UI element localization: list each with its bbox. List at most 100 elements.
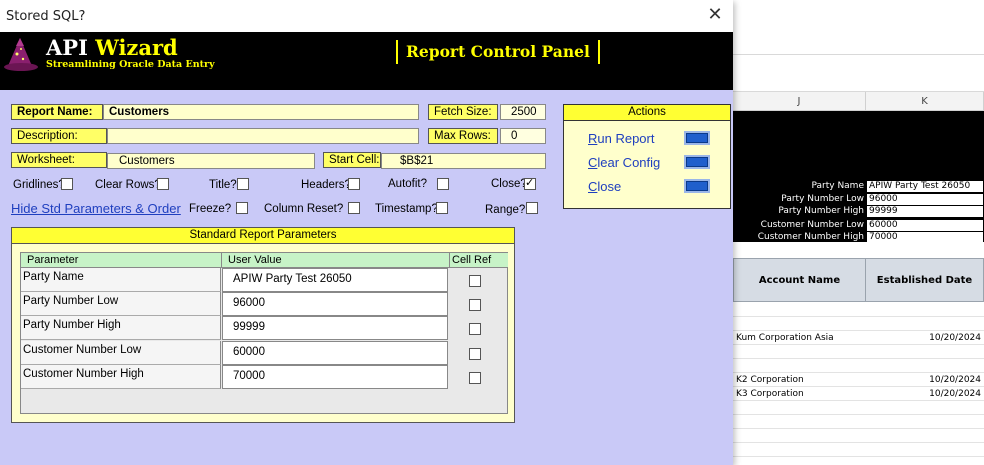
grid-header-user-value: User Value: [222, 253, 450, 268]
freeze-label: Freeze?: [189, 203, 232, 215]
cell-ref-checkbox[interactable]: [469, 323, 481, 335]
grid-header-parameter: Parameter: [21, 253, 222, 268]
sheet-row: [733, 401, 984, 415]
param-name-cell: Party Name: [21, 268, 221, 292]
timestamp-label: Timestamp?: [375, 203, 438, 215]
app-brand: API Wizard: [46, 35, 178, 60]
worksheet-field[interactable]: Customers: [107, 153, 315, 169]
sheet-cell-date[interactable]: 10/20/2024: [870, 388, 981, 401]
autofit-checkbox[interactable]: [437, 178, 449, 190]
close-link[interactable]: Close: [588, 179, 621, 194]
grid-header-cell-ref: Cell Ref: [450, 253, 508, 268]
cell-ref-cell: [449, 341, 507, 365]
sheet-param-value[interactable]: 60000: [867, 220, 983, 231]
cell-ref-cell: [449, 268, 507, 292]
title-checkbox[interactable]: [237, 178, 249, 190]
sheet-cell-account-name[interactable]: Kum Corporation Asia: [736, 332, 834, 345]
run-report-link[interactable]: Run Report: [588, 131, 654, 146]
sheet-param-value[interactable]: 70000: [867, 232, 983, 243]
cell-ref-checkbox[interactable]: [469, 372, 481, 384]
start-cell-label: Start Cell:: [323, 152, 381, 168]
param-name-cell: Customer Number High: [21, 365, 221, 389]
param-value-input[interactable]: 60000: [222, 341, 448, 365]
title-label: Title?: [209, 179, 237, 191]
range-checkbox[interactable]: [526, 202, 538, 214]
report-name-field[interactable]: Customers: [103, 104, 419, 120]
column-header-k[interactable]: K: [866, 92, 984, 111]
sheet-ribbon-area: [733, 0, 984, 55]
dialog-body: Report Name: Customers Fetch Size: 2500 …: [0, 90, 733, 465]
column-header-j[interactable]: J: [733, 92, 866, 111]
clear-rows-label: Clear Rows?: [95, 179, 161, 191]
sheet-param-value[interactable]: 99999: [867, 206, 983, 217]
cell-ref-checkbox[interactable]: [469, 299, 481, 311]
clear-config-link[interactable]: Clear Config: [588, 155, 660, 170]
start-cell-field[interactable]: $B$21: [381, 153, 546, 169]
sheet-row: [733, 303, 984, 317]
report-name-label: Report Name:: [11, 104, 103, 120]
cell-ref-cell: [449, 292, 507, 316]
description-field[interactable]: [107, 128, 419, 144]
panel-title: Report Control Panel: [396, 40, 600, 64]
cell-ref-checkbox[interactable]: [469, 348, 481, 360]
column-reset-label: Column Reset?: [264, 203, 344, 215]
close-option-label: Close?: [491, 178, 527, 190]
sheet-param-label: Party Number Low: [781, 194, 864, 204]
sheet-cell-date[interactable]: 10/20/2024: [870, 374, 981, 387]
sheet-header-account-name[interactable]: Account Name: [733, 258, 866, 302]
run-report-button[interactable]: [684, 131, 710, 145]
sheet-param-value[interactable]: APIW Party Test 26050: [867, 181, 983, 192]
standard-parameters-header: Standard Report Parameters: [12, 228, 514, 244]
sheet-row: [733, 345, 984, 359]
close-button[interactable]: [684, 179, 710, 193]
param-value-input[interactable]: 96000: [222, 292, 448, 316]
sheet-param-label: Customer Number High: [757, 232, 864, 242]
clear-config-button[interactable]: [684, 155, 710, 169]
clear-config-rest: lear Config: [597, 155, 661, 170]
brand-suffix: Wizard: [95, 35, 178, 60]
hide-std-parameters-link[interactable]: Hide Std Parameters & Order: [11, 201, 181, 216]
sheet-row: [733, 359, 984, 373]
sheet-cell-date[interactable]: 10/20/2024: [870, 332, 981, 345]
close-accel: C: [588, 179, 598, 194]
timestamp-checkbox[interactable]: [436, 202, 448, 214]
param-value-input[interactable]: 99999: [222, 316, 448, 340]
sheet-param-value[interactable]: 96000: [867, 194, 983, 205]
gridlines-checkbox[interactable]: [61, 178, 73, 190]
clear-rows-checkbox[interactable]: [157, 178, 169, 190]
fetch-size-label: Fetch Size:: [428, 104, 498, 120]
gridlines-label: Gridlines?: [13, 179, 65, 191]
sheet-param-label: Party Name: [811, 181, 864, 191]
app-banner: API Wizard Streamlining Oracle Data Entr…: [0, 32, 733, 90]
run-report-accel: R: [588, 131, 598, 146]
close-icon[interactable]: ✕: [705, 5, 725, 25]
brand-prefix: API: [46, 35, 88, 60]
max-rows-label: Max Rows:: [428, 128, 498, 144]
param-value-input[interactable]: 70000: [222, 365, 448, 389]
fetch-size-field[interactable]: 2500: [500, 104, 546, 120]
sheet-param-label: Party Number High: [778, 206, 864, 216]
max-rows-field[interactable]: 0: [500, 128, 546, 144]
parameters-grid: Parameter User Value Cell Ref Party Name…: [20, 252, 508, 414]
app-tagline: Streamlining Oracle Data Entry: [46, 59, 215, 70]
cell-ref-checkbox[interactable]: [469, 275, 481, 287]
sheet-row: [733, 443, 984, 457]
dialog-titlebar[interactable]: Stored SQL? ✕: [0, 0, 733, 32]
sheet-row: [733, 317, 984, 331]
sheet-row: [733, 415, 984, 429]
sheet-header-established-date[interactable]: Established Date: [865, 258, 984, 302]
dialog-title: Stored SQL?: [6, 9, 86, 24]
wizard-hat-icon: [4, 38, 38, 71]
sheet-cell-account-name[interactable]: K2 Corporation: [736, 374, 804, 387]
column-reset-checkbox[interactable]: [348, 202, 360, 214]
sheet-cell-account-name[interactable]: K3 Corporation: [736, 388, 804, 401]
close-option-checkbox[interactable]: [524, 176, 536, 190]
param-value-input[interactable]: APIW Party Test 26050: [222, 268, 448, 292]
headers-checkbox[interactable]: [348, 178, 360, 190]
freeze-checkbox[interactable]: [236, 202, 248, 214]
description-label: Description:: [11, 128, 107, 144]
standard-parameters-panel: Standard Report Parameters Parameter Use…: [11, 227, 515, 423]
autofit-label: Autofit?: [388, 178, 427, 190]
actions-header: Actions: [564, 105, 730, 121]
headers-label: Headers?: [301, 179, 351, 191]
